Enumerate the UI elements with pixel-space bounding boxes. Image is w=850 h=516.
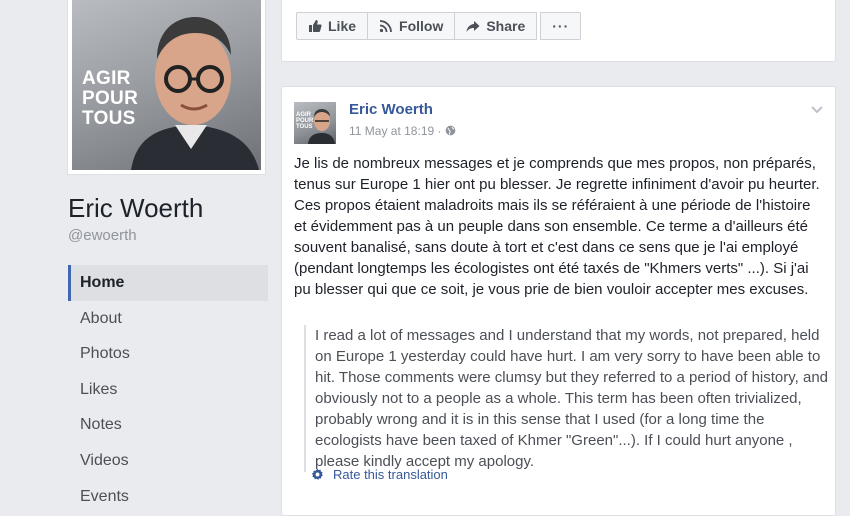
- gear-icon: [311, 468, 324, 481]
- profile-picture[interactable]: AGIR POUR TOUS: [67, 0, 266, 175]
- nav-item-events[interactable]: Events: [68, 479, 268, 515]
- page-actions-card: Like Follow Share ···: [281, 0, 836, 62]
- left-nav: Home About Photos Likes Notes Videos Eve…: [68, 265, 268, 514]
- globe-icon: [445, 125, 456, 136]
- post-avatar[interactable]: AGIR POUR TOUS: [294, 102, 336, 144]
- share-button[interactable]: Share: [454, 12, 538, 40]
- page-handle[interactable]: @ewoerth: [68, 227, 137, 244]
- nav-item-notes[interactable]: Notes: [68, 407, 268, 443]
- post-timestamp[interactable]: 11 May at 18:19 ·: [349, 124, 456, 138]
- like-icon: [308, 19, 322, 33]
- nav-item-videos[interactable]: Videos: [68, 443, 268, 479]
- post-time-text: 11 May at 18:19 ·: [349, 124, 442, 138]
- like-button[interactable]: Like: [296, 12, 369, 40]
- post-card: AGIR POUR TOUS Eric Woerth 11 May at 18:…: [281, 86, 836, 516]
- nav-item-home[interactable]: Home: [68, 265, 268, 301]
- nav-item-about[interactable]: About: [68, 301, 268, 337]
- page-name[interactable]: Eric Woerth: [68, 193, 203, 224]
- page-edge: [836, 0, 850, 498]
- avatar-slogan: AGIR POUR TOUS: [296, 112, 314, 130]
- rss-icon: [379, 19, 393, 33]
- slogan-text: AGIR POUR TOUS: [82, 68, 139, 129]
- rate-translation-link[interactable]: Rate this translation: [311, 467, 448, 482]
- nav-item-likes[interactable]: Likes: [68, 372, 268, 408]
- nav-item-photos[interactable]: Photos: [68, 336, 268, 372]
- follow-label: Follow: [399, 18, 444, 34]
- post-text: Je lis de nombreux messages et je compre…: [294, 155, 820, 298]
- share-label: Share: [486, 18, 526, 34]
- action-button-row: Like Follow Share ···: [296, 12, 582, 40]
- chevron-down-icon[interactable]: [811, 101, 823, 119]
- more-options-button[interactable]: ···: [540, 12, 582, 40]
- like-label: Like: [328, 18, 357, 34]
- post-translation: I read a lot of messages and I understan…: [304, 325, 835, 472]
- rate-translation-label: Rate this translation: [333, 467, 448, 482]
- post-author-link[interactable]: Eric Woerth: [349, 101, 433, 118]
- share-arrow-icon: [466, 20, 480, 33]
- profile-photo: AGIR POUR TOUS: [72, 0, 261, 170]
- follow-button[interactable]: Follow: [367, 12, 456, 40]
